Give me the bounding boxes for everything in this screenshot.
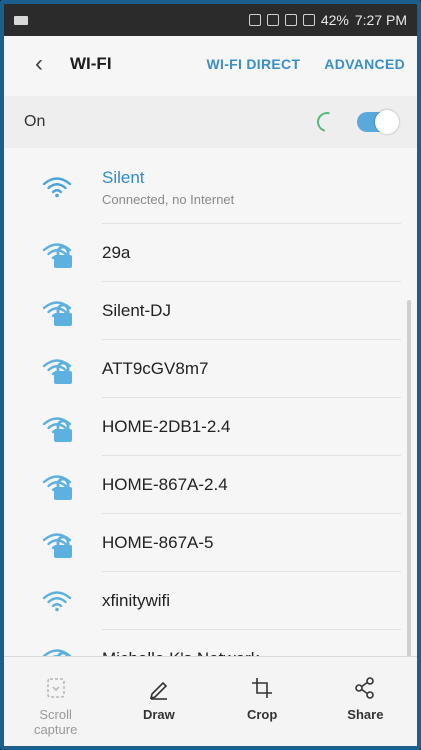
scroll-capture-label: Scroll capture <box>33 707 78 737</box>
wifi-secured-icon <box>42 531 72 558</box>
network-text: HOME-867A-2.4 <box>102 475 228 495</box>
crop-label: Crop <box>246 707 278 722</box>
clock: 7:27 PM <box>354 12 407 28</box>
network-list[interactable]: Silent Connected, no Internet 29a Silent-… <box>4 150 417 668</box>
screenshot-toolbar: Scroll capture Draw Crop Share <box>4 656 417 746</box>
share-label: Share <box>347 707 384 722</box>
network-row[interactable]: ATT9cGV8m7 <box>4 340 417 398</box>
network-name: HOME-867A-5 <box>102 533 214 552</box>
status-icons <box>248 14 315 26</box>
network-name: HOME-867A-2.4 <box>102 475 228 494</box>
network-row[interactable]: HOME-867A-2.4 <box>4 456 417 514</box>
network-name: Silent-DJ <box>102 301 171 320</box>
network-text: 29a <box>102 243 130 263</box>
chevron-left-icon: ‹ <box>35 50 43 77</box>
pencil-icon <box>149 681 168 700</box>
wifi-secured-icon <box>42 299 72 326</box>
network-row[interactable]: Silent Connected, no Internet <box>4 150 417 224</box>
advanced-button[interactable]: ADVANCED <box>324 56 405 72</box>
network-row[interactable]: xfinitywifi <box>4 572 417 630</box>
network-text: Silent Connected, no Internet <box>102 168 234 207</box>
status-icon <box>302 14 315 26</box>
page-title: WI-FI <box>70 54 112 73</box>
crop-button[interactable]: Crop <box>211 675 314 722</box>
wifi-secured-icon <box>42 357 72 384</box>
network-name: ATT9cGV8m7 <box>102 359 209 378</box>
scanning-spinner-icon <box>313 108 341 136</box>
back-button[interactable]: ‹ <box>24 49 54 79</box>
scroll-capture-button[interactable]: Scroll capture <box>4 675 107 737</box>
app-header: ‹ WI-FI WI-FI DIRECT ADVANCED <box>4 36 417 92</box>
scroll-capture-icon <box>46 678 65 698</box>
network-name: xfinitywifi <box>102 591 171 610</box>
network-text: HOME-867A-5 <box>102 533 213 553</box>
wifi-secured-icon <box>42 473 72 500</box>
share-icon <box>355 677 375 699</box>
wifi-state-label: On <box>24 113 46 130</box>
notification-icon <box>14 15 28 25</box>
wifi-secured-icon <box>42 415 72 442</box>
network-text: HOME-2DB1-2.4 <box>102 417 230 437</box>
wifi-icon <box>42 589 72 613</box>
network-row[interactable]: 29a <box>4 224 417 282</box>
wifi-direct-button[interactable]: WI-FI DIRECT <box>206 56 300 72</box>
wifi-secured-icon <box>42 241 72 268</box>
network-text: ATT9cGV8m7 <box>102 359 208 379</box>
network-name: 29a <box>102 243 131 262</box>
draw-label: Draw <box>142 707 175 722</box>
battery-level: 42% <box>320 12 349 28</box>
network-text: Silent-DJ <box>102 301 171 321</box>
status-icon <box>266 14 279 26</box>
draw-button[interactable]: Draw <box>107 675 210 722</box>
status-icon <box>248 14 261 26</box>
status-icon <box>284 14 297 26</box>
network-row[interactable]: Silent-DJ <box>4 282 417 340</box>
network-status: Connected, no Internet <box>102 191 235 207</box>
wifi-master-switch-row[interactable]: On <box>4 96 417 148</box>
network-name: Silent <box>102 167 145 187</box>
network-name: HOME-2DB1-2.4 <box>102 417 231 436</box>
share-button[interactable]: Share <box>314 675 417 722</box>
phone-screen: 42% 7:27 PM ‹ WI-FI WI-FI DIRECT ADVANCE… <box>0 0 421 750</box>
crop-icon <box>252 678 273 698</box>
status-bar: 42% 7:27 PM <box>4 4 417 36</box>
network-row[interactable]: HOME-867A-5 <box>4 514 417 572</box>
wifi-toggle-switch[interactable] <box>357 110 399 134</box>
wifi-icon <box>42 175 72 199</box>
network-text: xfinitywifi <box>102 591 170 611</box>
network-row[interactable]: HOME-2DB1-2.4 <box>4 398 417 456</box>
